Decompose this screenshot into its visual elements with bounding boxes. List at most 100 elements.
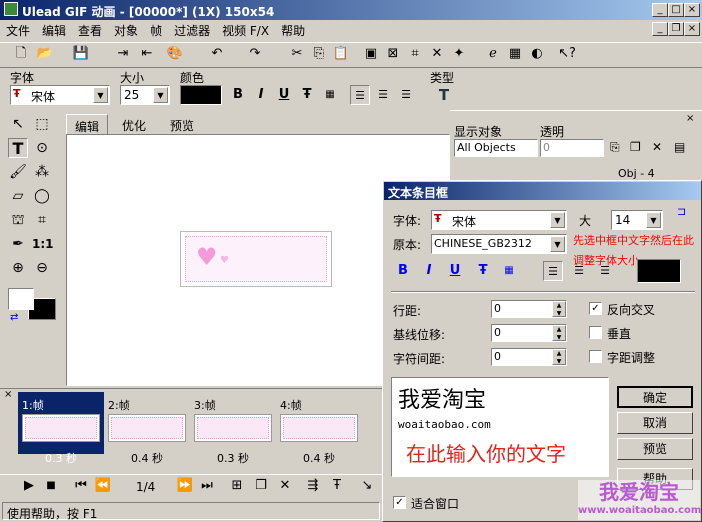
bold-icon[interactable]: B <box>228 85 248 105</box>
dialog-size-select[interactable]: 14 ▼ <box>611 210 663 230</box>
open-icon[interactable]: 📂 <box>34 43 56 65</box>
dialog-outline-icon[interactable]: ▦ <box>499 261 519 281</box>
object-duplicate-icon[interactable]: ❐ <box>630 140 641 154</box>
tab-edit[interactable]: 编辑 <box>66 114 109 134</box>
brush-icon[interactable]: 🖌 <box>8 162 28 182</box>
context-help-icon[interactable]: ↖? <box>556 43 578 65</box>
size-select[interactable]: 25 ▼ <box>120 85 170 105</box>
object-copy-icon[interactable]: ⎘ <box>610 140 620 155</box>
prev-frame-icon[interactable]: ⏪ <box>92 475 114 497</box>
swap-colors-icon[interactable]: ⇄ <box>10 312 18 323</box>
dialog-strikethrough-icon[interactable]: Ŧ <box>473 261 493 281</box>
frame-item-3[interactable]: 3:帧 0.3 秒 <box>190 392 276 465</box>
transparency-select[interactable]: 0 <box>540 139 604 157</box>
dialog-underline-icon[interactable]: U <box>445 261 465 281</box>
tween-icon[interactable]: ⇶ <box>302 475 324 497</box>
actual-size-icon[interactable]: 1:1 <box>32 234 54 254</box>
eraser-icon[interactable]: ▱ <box>8 186 28 206</box>
crop-tool-icon[interactable]: ⌗ <box>32 210 52 230</box>
cut-icon[interactable]: ✂ <box>286 43 308 65</box>
text-tool-icon[interactable]: T <box>8 138 28 158</box>
dialog-color-swatch[interactable] <box>637 259 681 283</box>
frame-item-1[interactable]: 1:帧 0.3 秒 <box>18 392 104 465</box>
dialog-bold-icon[interactable]: B <box>393 261 413 281</box>
font-select[interactable]: Ŧ 宋体 ▼ <box>10 85 110 105</box>
duplicate-frame-icon[interactable]: ❐ <box>250 475 272 497</box>
doc-restore-button[interactable]: ❐ <box>668 22 684 36</box>
baseline-input[interactable]: 0 ▲ ▼ <box>491 324 567 342</box>
dialog-align-right-icon[interactable]: ☰ <box>595 261 615 281</box>
delete-frame-icon[interactable]: ✕ <box>274 475 296 497</box>
wizard-icon[interactable]: ✦ <box>448 43 470 65</box>
eyedropper-icon[interactable]: ✒ <box>8 234 28 254</box>
panel-close-icon[interactable]: × <box>686 113 694 124</box>
maximize-button[interactable]: □ <box>668 3 684 17</box>
frame-item-4[interactable]: 4:帧 0.4 秒 <box>276 392 362 465</box>
kerning-checkbox[interactable] <box>589 350 602 363</box>
fit-window-checkbox[interactable]: ✓ <box>393 496 406 509</box>
show-objects-select[interactable]: All Objects <box>454 139 538 157</box>
dialog-italic-icon[interactable]: I <box>419 261 439 281</box>
frame-item-2[interactable]: 2:帧 0.4 秒 <box>104 392 190 465</box>
menu-edit[interactable]: 编辑 <box>36 20 72 39</box>
outline-icon[interactable]: ▦ <box>320 85 340 105</box>
menu-view[interactable]: 查看 <box>72 20 108 39</box>
spin-icon[interactable]: ▲ ▼ <box>552 349 566 365</box>
dialog-expand-icon[interactable]: ⊐ <box>677 205 686 218</box>
dialog-script-select[interactable]: CHINESE_GB2312 ▼ <box>431 234 567 254</box>
dialog-font-select[interactable]: Ŧ 宋体 ▼ <box>431 210 567 230</box>
object-item-label[interactable]: Obj - 4 <box>618 167 655 180</box>
select-arrow-icon[interactable]: ↖ <box>8 114 28 134</box>
menu-filter[interactable]: 过滤器 <box>168 20 216 39</box>
menu-video-fx[interactable]: 视频 F/X <box>216 20 275 39</box>
marquee-icon[interactable]: ⬚ <box>32 114 52 134</box>
char-spacing-input[interactable]: 0 ▲ ▼ <box>491 348 567 366</box>
italic-icon[interactable]: I <box>251 85 271 105</box>
doc-minimize-button[interactable]: _ <box>652 22 668 36</box>
play-icon[interactable]: ▶ <box>18 475 40 497</box>
frame-tool-icon[interactable]: ▣ <box>360 43 382 65</box>
dialog-align-left-icon[interactable]: ☰ <box>543 261 563 281</box>
magic-wand-icon[interactable]: ⁂ <box>32 162 52 182</box>
align-center-icon[interactable]: ☰ <box>373 85 393 105</box>
text-frame-icon[interactable]: Ŧ <box>326 475 348 497</box>
undo-icon[interactable]: ↶ <box>206 43 228 65</box>
crop-icon[interactable]: ⌗ <box>404 43 426 65</box>
gif-canvas[interactable]: ♥ ♥ <box>180 231 332 287</box>
zoom-in-icon[interactable]: ⊕ <box>8 258 28 278</box>
frame-delete-icon[interactable]: ⊠ <box>382 43 404 65</box>
first-frame-icon[interactable]: ⏮ <box>70 475 92 497</box>
tools-icon[interactable]: ✕ <box>426 43 448 65</box>
minimize-button[interactable]: _ <box>652 3 668 17</box>
line-spacing-input[interactable]: 0 ▲ ▼ <box>491 300 567 318</box>
zoom-out-icon[interactable]: ⊖ <box>32 258 52 278</box>
menu-frame[interactable]: 帧 <box>144 20 168 39</box>
add-frame-icon[interactable]: ⊞ <box>226 475 248 497</box>
stop-icon[interactable]: ■ <box>40 475 62 497</box>
redo-icon[interactable]: ↷ <box>244 43 266 65</box>
cancel-button[interactable]: 取消 <box>617 412 693 434</box>
anti-alias-checkbox[interactable]: ✓ <box>589 302 602 315</box>
lasso-icon[interactable]: ◯ <box>32 186 52 206</box>
frame-panel-close-icon[interactable]: × <box>4 389 12 400</box>
import-icon[interactable]: ⇥ <box>112 43 134 65</box>
close-button[interactable]: × <box>684 3 700 17</box>
strikethrough-icon[interactable]: Ŧ <box>297 85 317 105</box>
object-delete-icon[interactable]: ✕ <box>652 140 662 154</box>
play-object-icon[interactable]: ⊙ <box>32 138 52 158</box>
doc-close-button[interactable]: × <box>684 22 700 36</box>
preview-button[interactable]: 预览 <box>617 438 693 460</box>
spin-icon[interactable]: ▲ ▼ <box>552 301 566 317</box>
dialog-align-center-icon[interactable]: ☰ <box>569 261 589 281</box>
underline-icon[interactable]: U <box>274 85 294 105</box>
vertical-checkbox[interactable] <box>589 326 602 339</box>
paste-icon[interactable]: 📋 <box>330 43 352 65</box>
tab-preview[interactable]: 预览 <box>162 114 202 134</box>
next-frame-icon[interactable]: ⏩ <box>174 475 196 497</box>
copy-icon[interactable]: ⎘ <box>308 43 330 65</box>
menu-object[interactable]: 对象 <box>108 20 144 39</box>
web-icon[interactable]: ◐ <box>526 43 548 65</box>
align-right-icon[interactable]: ☰ <box>396 85 416 105</box>
ok-button[interactable]: 确定 <box>617 386 693 408</box>
save-icon[interactable]: 💾 <box>70 43 92 65</box>
